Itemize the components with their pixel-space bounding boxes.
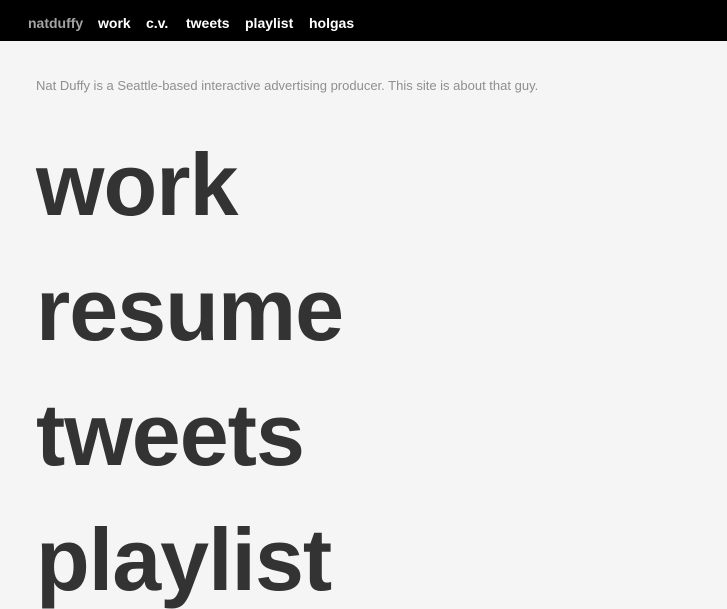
intro-text: Nat Duffy is a Seattle-based interactive… xyxy=(36,78,539,93)
nav-item-holgas[interactable]: holgas xyxy=(309,15,354,31)
top-navbar: natduffy work c.v. tweets playlist holga… xyxy=(0,0,727,41)
nav-item-tweets[interactable]: tweets xyxy=(186,15,230,31)
section-link-work[interactable]: work xyxy=(36,141,238,229)
nav-item-playlist[interactable]: playlist xyxy=(245,15,293,31)
brand-link[interactable]: natduffy xyxy=(28,15,83,31)
section-link-playlist[interactable]: playlist xyxy=(36,516,332,604)
section-link-tweets[interactable]: tweets xyxy=(36,391,305,479)
section-link-resume[interactable]: resume xyxy=(36,266,344,354)
nav-item-cv[interactable]: c.v. xyxy=(146,15,168,31)
nav-item-work[interactable]: work xyxy=(98,15,131,31)
